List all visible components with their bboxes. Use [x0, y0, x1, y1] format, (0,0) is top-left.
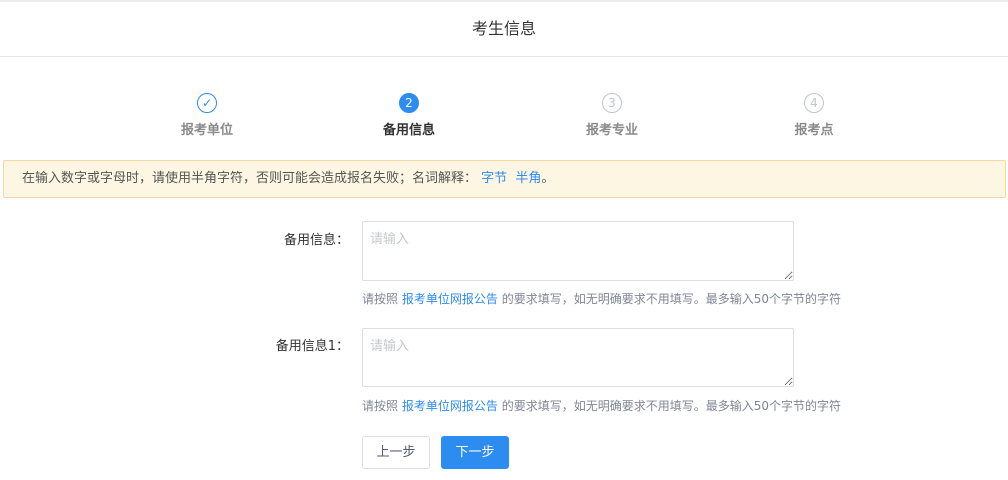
- step-4: 4 报考点: [754, 93, 874, 138]
- backup-info-1-input[interactable]: [362, 328, 794, 387]
- check-icon: ✓: [197, 93, 217, 113]
- hint-prefix: 请按照: [362, 292, 399, 306]
- next-step-button[interactable]: 下一步: [441, 436, 509, 469]
- step-3-label: 报考专业: [585, 123, 638, 138]
- step-1: ✓ 报考单位: [147, 93, 267, 138]
- step-2-number: 2: [399, 93, 419, 113]
- step-3: 3 报考专业: [552, 93, 672, 138]
- backup-info-input[interactable]: [362, 221, 794, 281]
- hint-prefix: 请按照: [362, 399, 399, 413]
- field-label-backup-info: 备用信息：: [283, 233, 349, 248]
- notice-link-byte[interactable]: 字节: [481, 171, 507, 186]
- backup-info-1-hint: 请按照 报考单位网报公告 的要求填写，如无明确要求不用填写。最多输入50个字节的…: [362, 397, 841, 414]
- hint-suffix: 的要求填写，如无明确要求不用填写。最多输入50个字节的字符: [501, 292, 841, 306]
- page-title: 考生信息: [471, 19, 536, 38]
- announcement-link[interactable]: 报考单位网报公告: [402, 292, 498, 306]
- notice-text: 在输入数字或字母时，请使用半角字符，否则可能会造成报名失败；名词解释：: [22, 171, 478, 186]
- step-2-label: 备用信息: [382, 123, 435, 138]
- notice-banner: 在输入数字或字母时，请使用半角字符，否则可能会造成报名失败；名词解释： 字节 半…: [3, 160, 1006, 198]
- backup-info-hint: 请按照 报考单位网报公告 的要求填写，如无明确要求不用填写。最多输入50个字节的…: [362, 290, 841, 307]
- page-header: 考生信息: [0, 2, 1008, 57]
- previous-step-button[interactable]: 上一步: [362, 436, 430, 469]
- field-label-backup-info-1: 备用信息1：: [275, 339, 349, 354]
- notice-link-halfwidth[interactable]: 半角: [515, 171, 541, 186]
- step-4-number: 4: [804, 93, 824, 113]
- notice-end: 。: [541, 171, 555, 186]
- step-1-label: 报考单位: [180, 123, 233, 138]
- step-2: 2 备用信息: [349, 93, 469, 138]
- hint-suffix: 的要求填写，如无明确要求不用填写。最多输入50个字节的字符: [501, 399, 841, 413]
- step-3-number: 3: [602, 93, 622, 113]
- announcement-link[interactable]: 报考单位网报公告: [402, 399, 498, 413]
- step-4-label: 报考点: [794, 123, 834, 138]
